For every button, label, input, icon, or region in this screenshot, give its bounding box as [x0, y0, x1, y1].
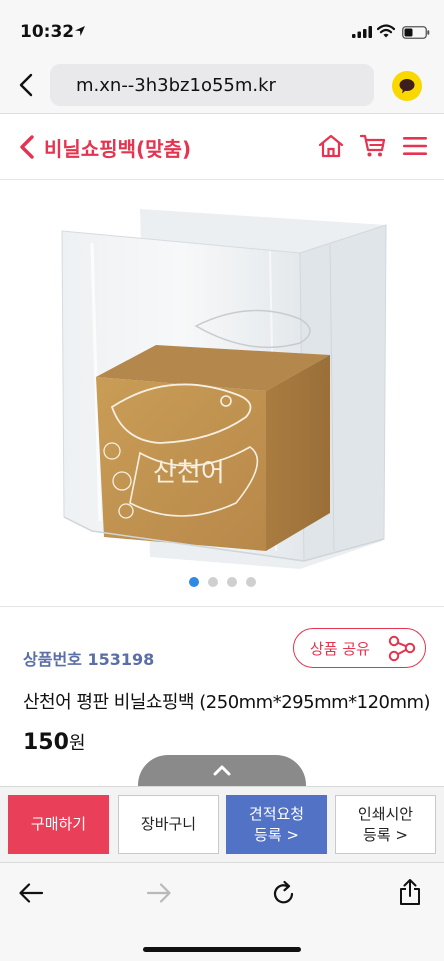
- print-proof-button[interactable]: 인쇄시안 등록 >: [335, 795, 436, 854]
- cart-icon[interactable]: [360, 134, 386, 158]
- carousel-dots: [189, 577, 256, 587]
- product-number: 상품번호 153198: [23, 650, 155, 669]
- box-brand-text: 산천어: [153, 458, 225, 488]
- product-photo: 산천어: [61, 209, 387, 569]
- product-image-carousel[interactable]: 산천어: [0, 181, 444, 606]
- divider: [0, 606, 444, 607]
- share-button[interactable]: 상품 공유: [293, 628, 426, 668]
- product-price: 150원: [23, 729, 86, 755]
- chevron-up-icon: [213, 765, 231, 776]
- location-arrow-icon: [75, 26, 85, 36]
- status-time: 10:32: [20, 22, 75, 42]
- add-to-cart-button[interactable]: 장바구니: [118, 795, 219, 854]
- expand-details-button[interactable]: [138, 755, 306, 787]
- share-nodes-icon: [388, 635, 416, 662]
- kakao-chat-icon: [399, 79, 415, 94]
- share-label: 상품 공유: [310, 640, 370, 658]
- battery-icon: [402, 26, 430, 39]
- carousel-dot[interactable]: [246, 577, 256, 587]
- address-field[interactable]: m.xn--3h3bz1o55m.kr: [50, 64, 374, 106]
- home-indicator: [143, 947, 301, 952]
- back-chevron-icon[interactable]: [18, 134, 36, 160]
- price-value: 150: [23, 730, 69, 755]
- home-icon[interactable]: [318, 134, 344, 158]
- menu-icon[interactable]: [403, 136, 427, 156]
- browser-back-chevron-icon[interactable]: [16, 72, 38, 98]
- quote-request-button[interactable]: 견적요청 등록 >: [226, 795, 327, 854]
- carousel-dot[interactable]: [189, 577, 199, 587]
- action-bar: 구매하기 장바구니 견적요청 등록 > 인쇄시안 등록 >: [0, 786, 444, 862]
- browser-url-bar: m.xn--3h3bz1o55m.kr: [0, 56, 444, 114]
- buy-button[interactable]: 구매하기: [8, 795, 109, 854]
- forward-arrow-icon[interactable]: [146, 882, 172, 904]
- address-text: m.xn--3h3bz1o55m.kr: [76, 75, 276, 96]
- site-header: 비닐쇼핑백(맞춤): [0, 114, 444, 180]
- carousel-dot[interactable]: [227, 577, 237, 587]
- kakao-talk-button[interactable]: [392, 71, 422, 101]
- carousel-dot[interactable]: [208, 577, 218, 587]
- share-icon[interactable]: [398, 878, 422, 906]
- price-unit: 원: [68, 733, 86, 754]
- status-bar: 10:32: [0, 0, 444, 56]
- wifi-icon: [377, 24, 395, 38]
- browser-toolbar: [0, 862, 444, 961]
- page-title: 비닐쇼핑백(맞춤): [44, 137, 192, 161]
- reload-icon[interactable]: [272, 880, 296, 906]
- back-arrow-icon[interactable]: [18, 882, 44, 904]
- product-name: 산천어 평판 비닐쇼핑백 (250mm*295mm*120mm): [23, 692, 431, 713]
- cellular-signal-icon: [352, 26, 372, 38]
